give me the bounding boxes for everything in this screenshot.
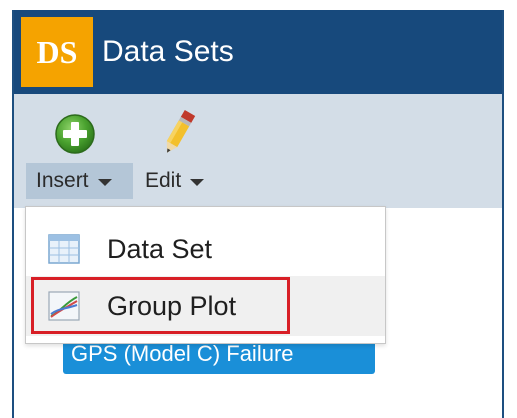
plus-circle-icon[interactable] (53, 112, 97, 156)
app-logo: DS (21, 17, 93, 87)
window-top-margin (0, 0, 517, 10)
menu-item-group-plot[interactable]: Group Plot (26, 276, 385, 336)
menu-item-label: Data Set (107, 233, 213, 264)
chevron-down-icon (97, 179, 112, 186)
window-right-border (502, 10, 504, 418)
app-window: DS Data Sets Insert Edit GPS (Model C) F… (0, 0, 517, 418)
edit-menu-button[interactable]: Edit (137, 163, 227, 199)
edit-menu-label: Edit (145, 169, 182, 192)
pencil-icon[interactable] (158, 106, 200, 158)
app-title: Data Sets (102, 35, 234, 68)
insert-dropdown-menu: Data Set Group Plot (25, 206, 386, 344)
chevron-down-icon (190, 179, 205, 186)
menu-item-label: Group Plot (107, 290, 237, 321)
window-right-margin (504, 0, 517, 418)
insert-menu-label: Insert (36, 169, 89, 192)
group-plot-icon (48, 291, 80, 321)
data-set-icon (48, 234, 80, 264)
menu-item-data-set[interactable]: Data Set (26, 219, 385, 279)
insert-menu-button[interactable]: Insert (26, 163, 133, 199)
